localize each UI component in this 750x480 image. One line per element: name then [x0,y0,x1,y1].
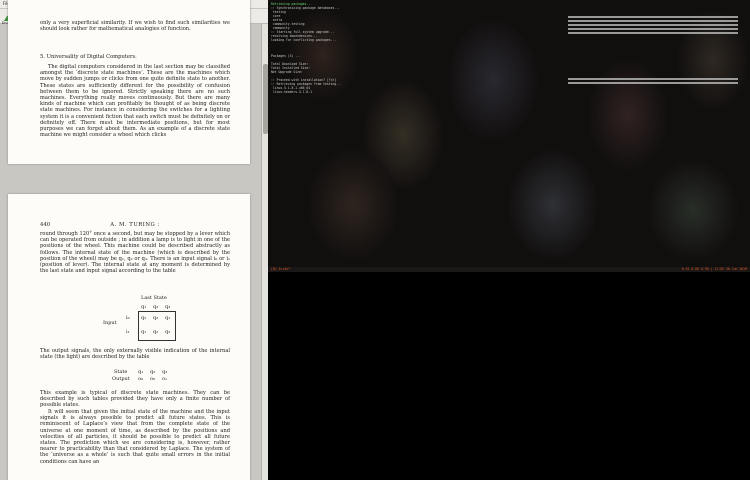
download-progress-bar [568,16,738,18]
download-progress-bar [568,78,738,80]
terminal-window[interactable]: Retrieving packages... :: Synchronizing … [268,0,750,272]
row-i1-label: i₁ [126,329,130,335]
download-progress-bar [568,20,738,22]
download-progress-bar [568,28,738,30]
pdf-page-440: 440 A. M. TURING : round through 120° on… [8,194,250,480]
download-progress-bar [568,82,738,84]
vertical-scrollbar[interactable] [261,24,268,480]
page1-top-text: only a very superficial similarity. If w… [40,20,230,33]
output-o0: o₀ [150,376,156,382]
cell: q₃ [153,315,159,321]
terminal-line: Net Upgrade Size: [271,70,303,74]
input-label: Input [103,320,117,326]
cell: q₁ [141,329,147,335]
page2-para2: The output signals, the only externally … [40,348,230,361]
output-table: State q₁ q₂ q₃ Output o₀ o₀ o₁ [8,368,250,384]
cell: q₁ [165,315,171,321]
last-state-header: Last State [141,295,167,301]
row-i0-label: i₀ [126,315,130,321]
output-label: Output [112,376,130,382]
section-heading: 5. Universality of Digital Computers. [40,54,137,60]
download-progress-bar [568,24,738,26]
pdf-page-439: only a very superficial similarity. If w… [8,0,250,164]
col-q1: q₁ [141,304,147,310]
cell: q₃ [165,329,171,335]
terminal-line: Packages (3) ... [271,54,301,58]
page2-para4: It will seem that given the initial stat… [40,409,230,465]
cell: q₂ [141,315,147,321]
running-title: A. M. TURING : [110,222,160,228]
output-o1: o₁ [162,376,168,382]
download-progress-bar [568,32,738,34]
terminal-line: linux-headers-5.1.8-1 [271,90,312,94]
pdf-viewer-window: FileEditViewGoBookmarksHelp Previous Nex… [0,0,268,480]
cell: q₂ [153,329,159,335]
output-o0: o₀ [138,376,144,382]
wallpaper-dim [268,0,750,272]
col-q3: q₃ [165,304,171,310]
page2-para1: round through 120° once a second, but ma… [40,231,230,275]
page1-body: The digital computers considered in the … [40,64,230,139]
terminal-line: looking for conflicting packages... [271,38,337,42]
state-q1: q₁ [138,369,144,375]
state-label: State [114,369,128,375]
state-q3: q₃ [162,369,168,375]
page2-para3: This example is typical of discrete stat… [40,390,230,409]
transition-table: Last State q₁ q₂ q₃ Input i₀ q₂ q₃ q₁ i₁… [8,294,250,344]
col-q2: q₂ [153,304,159,310]
empty-desktop-area [268,272,750,480]
state-q2: q₂ [150,369,156,375]
